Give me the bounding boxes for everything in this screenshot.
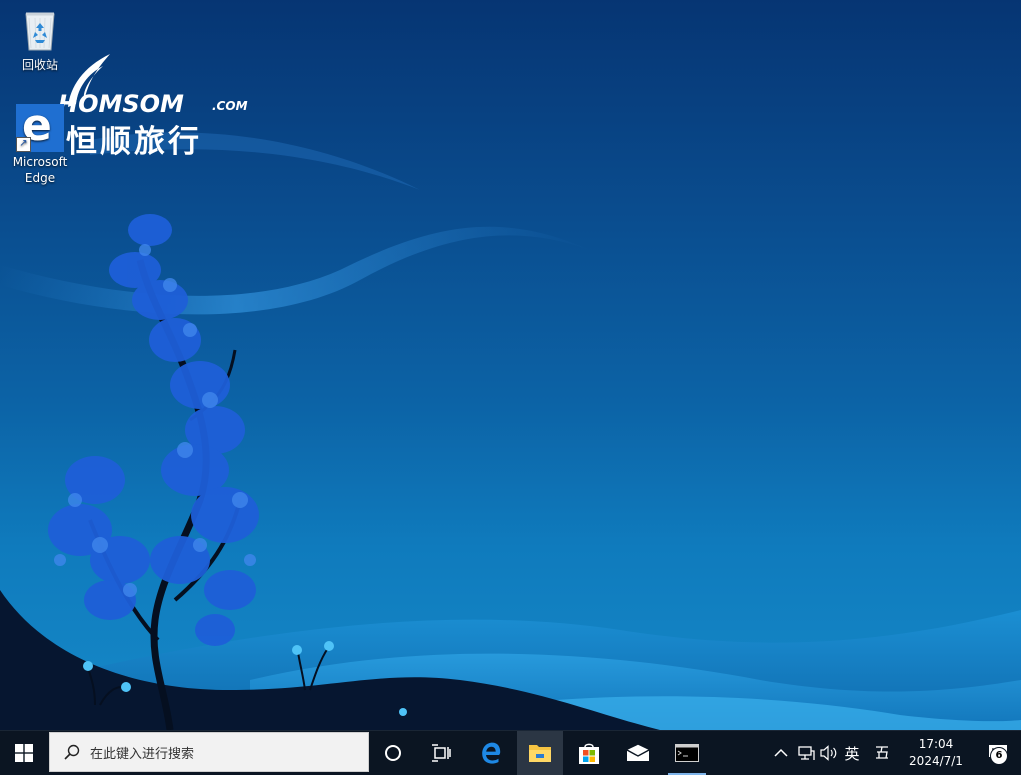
chevron-up-icon	[774, 748, 788, 757]
brand-name-cn: 恒顺旅行	[66, 124, 202, 160]
taskbar-app-file-explorer[interactable]	[517, 731, 563, 775]
taskbar: 在此键入进行搜索 英 17:04 2024/7/1	[0, 730, 1021, 775]
desktop-wallpaper: HOMSOM .COM 恒顺旅行	[0, 0, 1021, 730]
notification-count-badge: 6	[990, 747, 1008, 765]
taskbar-app-mail[interactable]	[615, 731, 661, 775]
volume-button[interactable]	[818, 731, 840, 775]
shortcut-arrow-icon: ↗	[16, 137, 31, 152]
volume-icon	[820, 745, 837, 761]
cortana-icon	[385, 745, 401, 761]
file-explorer-icon	[529, 745, 551, 762]
show-hidden-icons-button[interactable]	[770, 731, 792, 775]
desktop-icon-label: 回收站	[21, 58, 58, 72]
edge-icon	[482, 742, 501, 764]
edge-icon: e ↗	[16, 100, 64, 152]
windows-logo-icon	[15, 744, 33, 762]
ime-mode-button[interactable]	[870, 731, 894, 775]
search-icon	[62, 742, 82, 762]
task-view-button[interactable]	[418, 731, 464, 775]
taskbar-clock[interactable]: 17:04 2024/7/1	[898, 731, 974, 775]
ime-mode-icon	[876, 746, 888, 759]
homsom-logo: HOMSOM .COM 恒顺旅行	[58, 52, 268, 160]
store-icon	[579, 743, 599, 764]
desktop-icon-label-line1: Microsoft	[12, 155, 68, 169]
desktop-icon-microsoft-edge[interactable]: e ↗ Microsoft Edge	[4, 100, 76, 186]
taskbar-app-command-prompt[interactable]	[664, 731, 710, 775]
network-button[interactable]	[795, 731, 817, 775]
clock-date: 2024/7/1	[909, 754, 963, 768]
recycle-bin-icon	[25, 12, 55, 51]
desktop-icon-label-line2: Edge	[24, 171, 56, 185]
input-language-indicator[interactable]: 英	[840, 731, 864, 775]
brand-domain: .COM	[212, 99, 248, 113]
clock-time: 17:04	[918, 737, 954, 751]
taskbar-app-store[interactable]	[566, 731, 612, 775]
command-prompt-icon	[675, 744, 699, 762]
taskbar-search-box[interactable]: 在此键入进行搜索	[49, 732, 369, 772]
brand-name-en: HOMSOM	[58, 90, 184, 118]
start-button[interactable]	[0, 731, 48, 775]
language-label: 英	[844, 744, 860, 763]
mail-icon	[626, 744, 650, 761]
desktop-icon-recycle-bin[interactable]: 回收站	[4, 8, 76, 73]
cortana-button[interactable]	[370, 731, 416, 775]
network-icon	[798, 746, 815, 760]
search-placeholder: 在此键入进行搜索	[90, 746, 195, 762]
taskbar-app-edge[interactable]	[468, 731, 514, 775]
task-view-icon	[432, 744, 451, 762]
